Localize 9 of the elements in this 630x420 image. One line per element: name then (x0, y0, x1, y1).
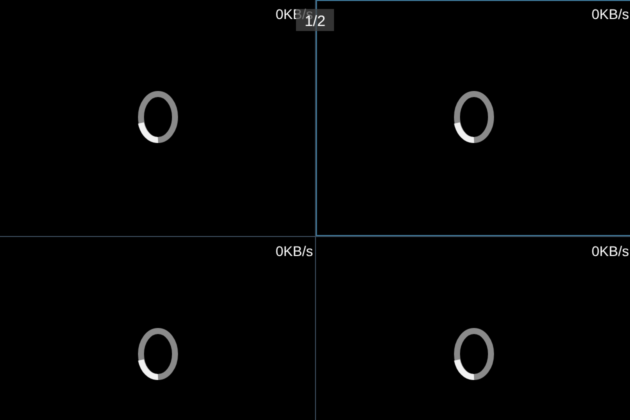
loading-spinner-icon (136, 327, 178, 381)
bitrate-label: 0KB/s (276, 242, 314, 259)
bitrate-label: 0KB/s (592, 242, 630, 259)
bitrate-label: 0KB/s (592, 5, 630, 22)
video-tile[interactable]: 0KB/s (316, 237, 630, 420)
loading-spinner-icon (452, 327, 494, 381)
video-tile[interactable]: 0KB/s (0, 237, 315, 420)
loading-spinner-icon (452, 90, 494, 144)
loading-spinner-icon (136, 90, 178, 144)
